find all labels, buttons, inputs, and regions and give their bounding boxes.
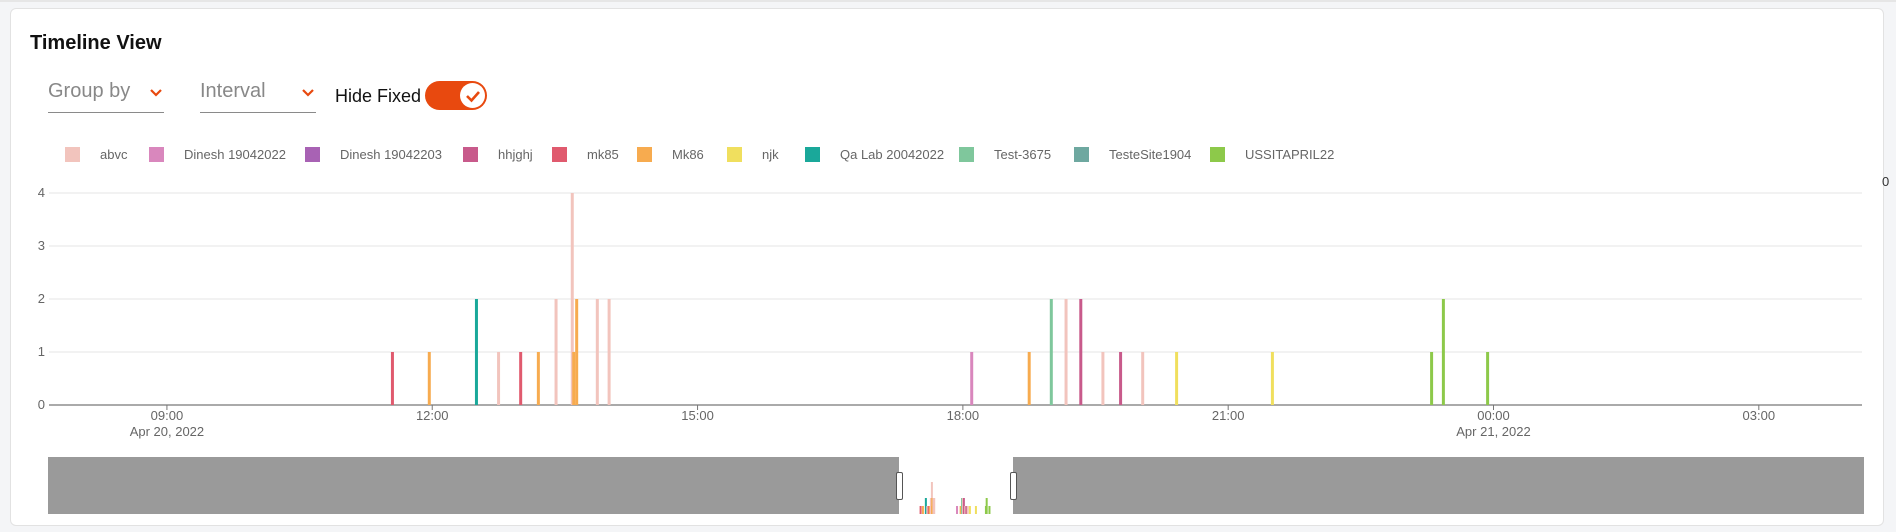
event-bar (1119, 352, 1123, 405)
navigator-right-handle[interactable] (1010, 472, 1017, 500)
x-tick-label: 00:00 (1477, 408, 1510, 423)
event-bar (1079, 299, 1083, 405)
navigator-left-handle[interactable] (896, 472, 903, 500)
event-bar (390, 352, 394, 405)
event-bar (575, 299, 579, 405)
clipped-label: 0 (1882, 174, 1890, 189)
x-tick-label: 21:00 (1212, 408, 1245, 423)
x-tick-label: 15:00 (681, 408, 714, 423)
y-tick-label: 1 (38, 344, 45, 359)
navigator-bar (966, 506, 969, 514)
navigator-bar (956, 506, 959, 514)
event-bar (427, 352, 431, 405)
event-bar (607, 299, 611, 405)
event-bar (595, 299, 599, 405)
navigator-series (919, 482, 991, 514)
x-tick-date-label: Apr 21, 2022 (1456, 424, 1530, 439)
event-bar (1049, 299, 1053, 405)
navigator-bar (919, 506, 922, 514)
event-bar (474, 299, 478, 405)
y-tick-label: 2 (38, 291, 45, 306)
x-tick-date-label: Apr 20, 2022 (130, 424, 204, 439)
navigator-bar (968, 506, 971, 514)
timeline-chart: 0 1 2 3 4 09:00Apr 20, 2022 12:00 15:00 18:00 21:… (38, 185, 1862, 439)
event-bar (1101, 352, 1105, 405)
navigator-bar (985, 498, 988, 514)
event-bar (1175, 352, 1179, 405)
y-tick-label: 4 (38, 185, 45, 200)
event-bar (1141, 352, 1145, 405)
event-bar (1441, 299, 1445, 405)
event-bar (1430, 352, 1434, 405)
event-bar (519, 352, 523, 405)
x-tick-label: 03:00 (1743, 408, 1776, 423)
x-tick-label: 18:00 (947, 408, 980, 423)
x-tick-label: 12:00 (416, 408, 449, 423)
event-bar (1064, 299, 1068, 405)
event-bar (536, 352, 540, 405)
y-tick-label: 0 (38, 397, 45, 412)
x-tick-label: 09:00 (151, 408, 184, 423)
event-bar (554, 299, 558, 405)
navigator-bar (974, 506, 977, 514)
y-tick-label: 3 (38, 238, 45, 253)
navigator-bar (988, 506, 991, 514)
event-bar (572, 352, 576, 405)
timeline-navigator[interactable] (48, 457, 1864, 514)
navigator-bar (921, 506, 924, 514)
event-bar (1486, 352, 1490, 405)
navigator-bar (933, 498, 936, 514)
event-bar (1270, 352, 1274, 405)
event-bar (1027, 352, 1031, 405)
event-bar (497, 352, 501, 405)
event-bar (970, 352, 974, 405)
